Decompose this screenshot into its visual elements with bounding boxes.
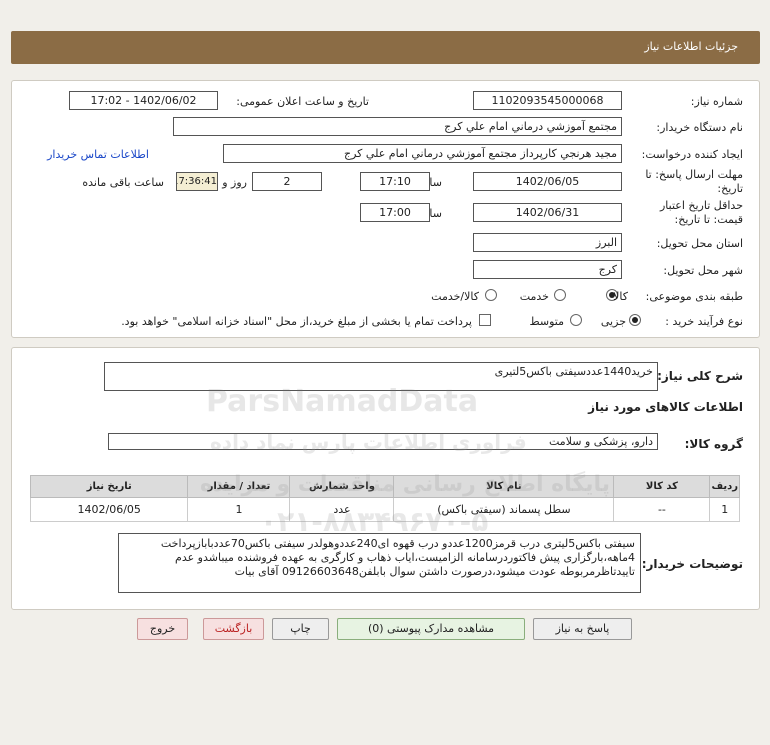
- process-option-medium: متوسط: [529, 315, 564, 328]
- announce-field: 1402/06/02 - 17:02: [69, 91, 218, 110]
- category-option-goods: کالا: [613, 290, 628, 303]
- category-radio-service[interactable]: [554, 289, 566, 301]
- print-button[interactable]: چاپ: [272, 618, 329, 640]
- buyer-org-field: مجتمع آموزشي درماني امام علي كرج: [173, 117, 622, 136]
- cell-name: سطل پسماند (سیفتی باکس): [393, 497, 615, 522]
- category-option-service: خدمت: [519, 290, 549, 303]
- province-field: البرز: [473, 233, 622, 252]
- cell-qty: 1: [187, 497, 291, 522]
- cell-row: 1: [709, 497, 740, 522]
- col-unit: واحد شمارش: [289, 475, 395, 498]
- city-field: كرج: [473, 260, 622, 279]
- goods-group-label: گروه کالا:: [684, 437, 743, 451]
- col-code: کد کالا: [613, 475, 711, 498]
- process-option-minor: جزیی: [600, 315, 626, 328]
- remaining-time-field: 17:36:41: [176, 172, 218, 191]
- col-row: ردیف: [709, 475, 740, 498]
- category-radio-goods-service[interactable]: [485, 289, 497, 301]
- summary-label: شرح کلی نیاز:: [657, 369, 743, 383]
- table-row: 1 -- سطل پسماند (سیفتی باکس) عدد 1 1402/…: [29, 497, 740, 522]
- validity-date-field: 1402/06/31: [473, 203, 622, 222]
- reply-button[interactable]: پاسخ به نیاز: [533, 618, 632, 640]
- cell-code: --: [613, 497, 711, 522]
- contact-buyer-link[interactable]: اطلاعات تماس خریدار: [47, 148, 149, 161]
- payment-note: پرداخت تمام یا بخشی از مبلغ خرید،از محل …: [121, 315, 472, 328]
- goods-heading: اطلاعات کالاهای مورد نیاز: [588, 400, 743, 414]
- buyer-notes-label: توضیحات خریدار:: [641, 557, 743, 571]
- attachments-button[interactable]: مشاهده مدارک پیوستی (0): [337, 618, 525, 640]
- buyer-org-label: نام دستگاه خریدار:: [656, 121, 743, 134]
- category-label: طبقه بندی موضوعی:: [645, 290, 743, 303]
- col-name: نام کالا: [393, 475, 615, 498]
- exit-button[interactable]: خروج: [137, 618, 188, 640]
- page-title: جزئیات اطلاعات نیاز: [644, 40, 738, 53]
- process-label: نوع فرآیند خرید :: [665, 315, 743, 328]
- summary-field: خرید1440عددسیفتی باکس5لتیری: [104, 362, 658, 391]
- remaining-label: ساعت باقی مانده: [82, 176, 164, 189]
- treasury-checkbox[interactable]: [479, 314, 491, 326]
- validity-label: حداقل تاریخ اعتبار قیمت: تا تاریخ:: [659, 199, 743, 226]
- need-number-label: شماره نیاز:: [690, 95, 743, 108]
- requester-field: مجيد هرنجي كارپرداز مجتمع آموزشي درماني …: [223, 144, 622, 163]
- city-label: شهر محل تحویل:: [663, 264, 743, 277]
- table-header-row: ردیف کد کالا نام کالا واحد شمارش تعداد /…: [29, 475, 740, 498]
- process-radio-medium[interactable]: [570, 314, 582, 326]
- goods-table: ردیف کد کالا نام کالا واحد شمارش تعداد /…: [29, 475, 740, 522]
- need-number-field: 1102093545000068: [473, 91, 622, 110]
- reply-time-field: 17:10: [360, 172, 430, 191]
- cell-unit: عدد: [289, 497, 395, 522]
- validity-time-field: 17:00: [360, 203, 430, 222]
- page-header: جزئیات اطلاعات نیاز: [11, 31, 760, 64]
- col-date: تاریخ نیاز: [29, 475, 189, 498]
- process-radio-minor[interactable]: [629, 314, 641, 326]
- back-button[interactable]: بازگشت: [203, 618, 264, 640]
- goods-group-field: دارو، پزشکی و سلامت: [108, 433, 658, 450]
- announce-label: تاریخ و ساعت اعلان عمومی:: [236, 95, 369, 108]
- cell-date: 1402/06/05: [29, 497, 189, 522]
- col-qty: تعداد / مقدار: [187, 475, 291, 498]
- buyer-notes-field: سیفتی باکس5لیتری درب قرمز1200عددو درب قه…: [118, 533, 641, 593]
- days-field: 2: [252, 172, 322, 191]
- reply-date-field: 1402/06/05: [473, 172, 622, 191]
- requester-label: ایجاد کننده درخواست:: [641, 148, 743, 161]
- reply-deadline-label: مهلت ارسال پاسخ: تا تاریخ:: [645, 168, 743, 195]
- days-label: روز و: [222, 176, 247, 189]
- province-label: استان محل تحویل:: [656, 237, 743, 250]
- category-option-goods-service: کالا/خدمت: [431, 290, 479, 303]
